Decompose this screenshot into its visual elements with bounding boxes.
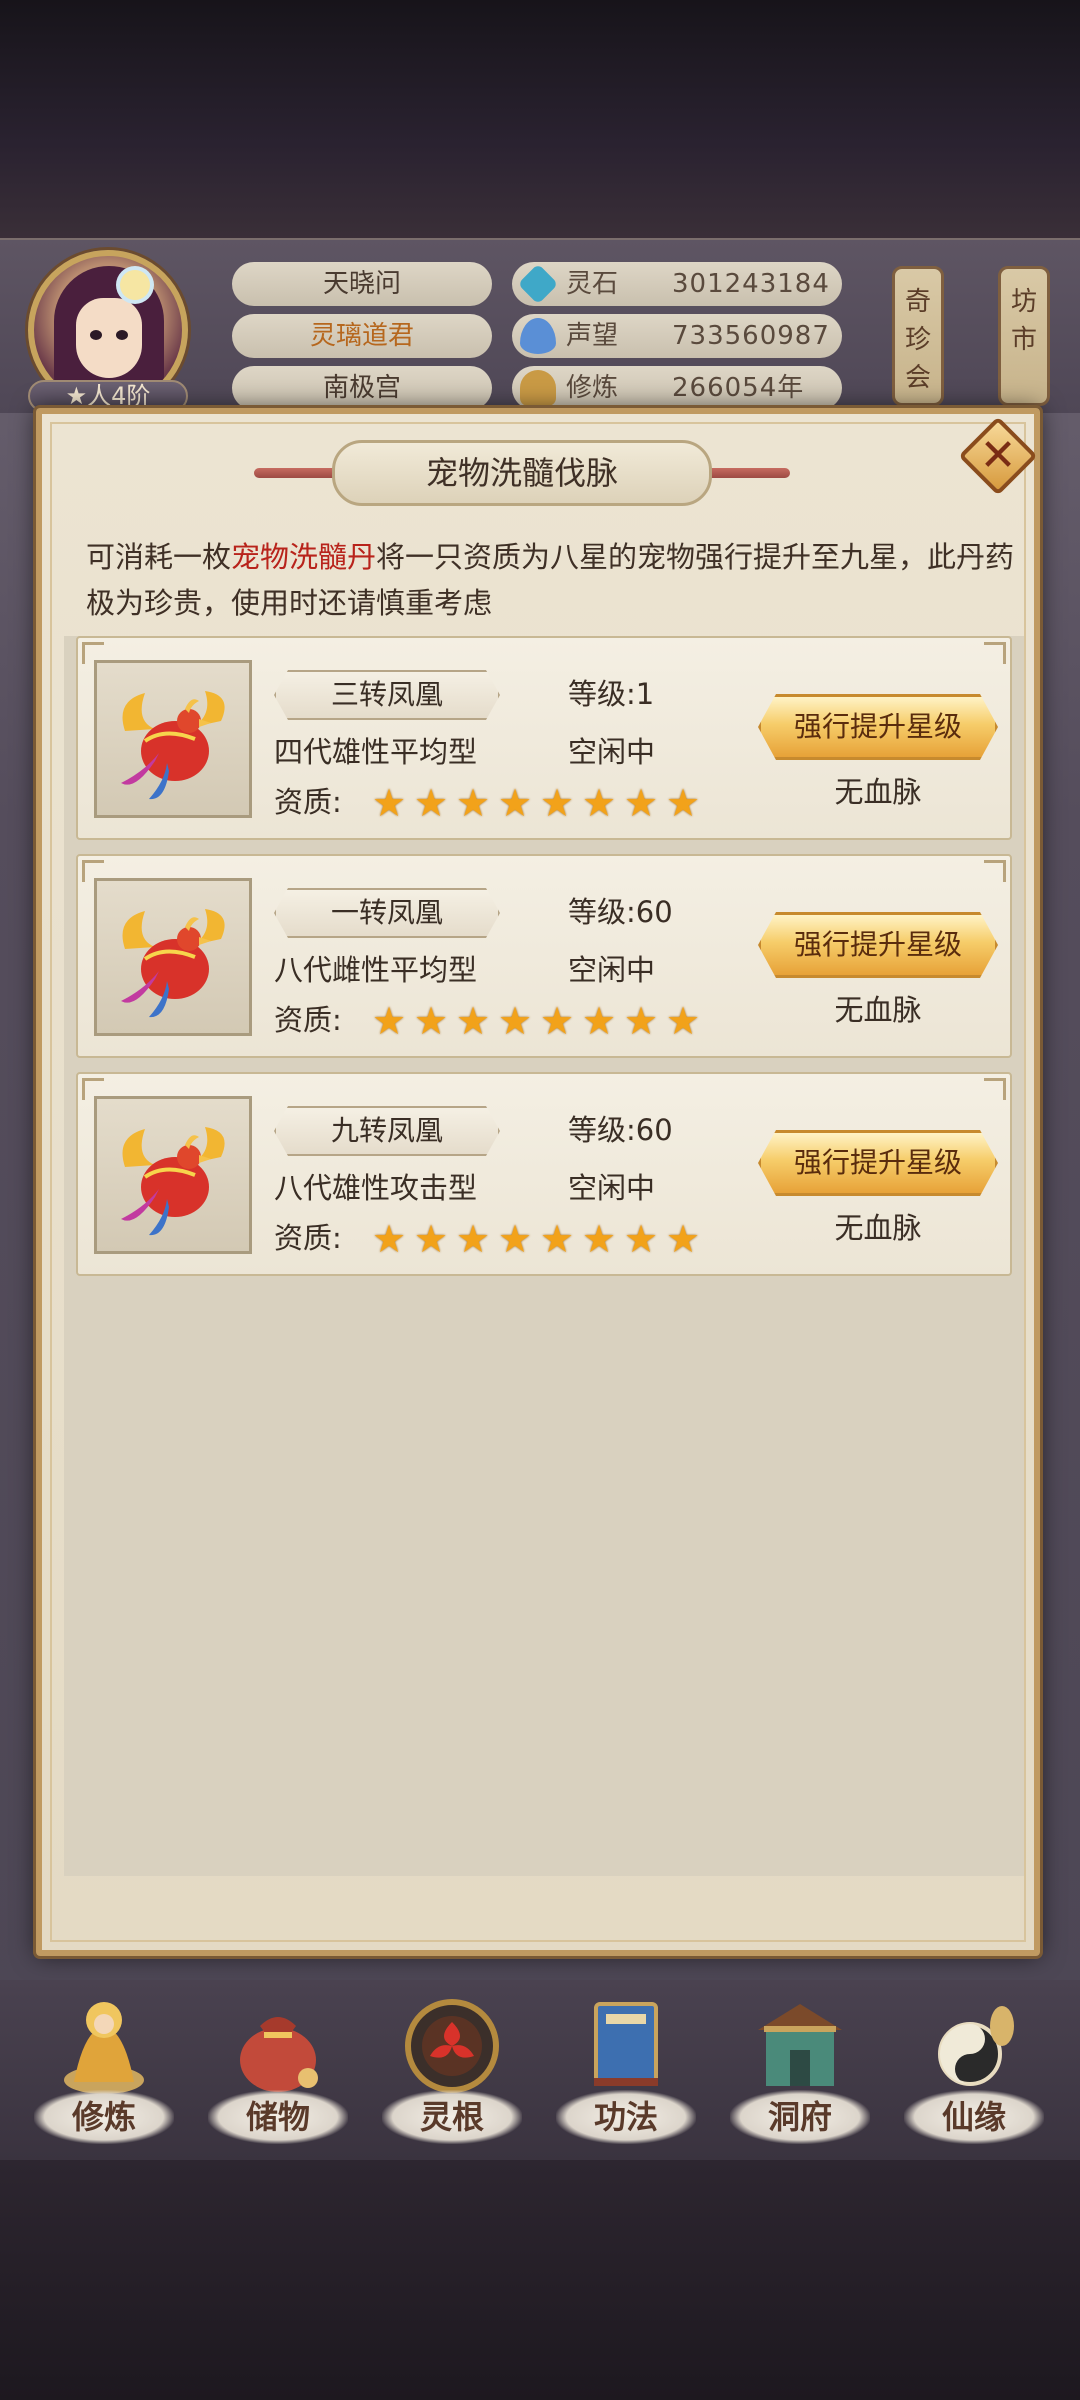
star-icon: ★ [623, 1217, 659, 1261]
dialog-title-bar: 宠物洗髓伐脉 [254, 440, 790, 506]
nav-cave-abode[interactable]: 洞府 [720, 1990, 880, 2160]
star-icon: ★ [665, 781, 701, 825]
star-icon: ★ [413, 999, 449, 1043]
force-upgrade-star-button[interactable]: 强行提升星级 [758, 694, 998, 760]
pet-bloodline: 无血脉 [834, 1211, 922, 1245]
phoenix-icon [121, 1127, 225, 1236]
star-icon: ★ [539, 1217, 575, 1261]
item-name-highlight: 宠物洗髓丹 [231, 540, 377, 574]
bottom-background [0, 2160, 1080, 2400]
meditation-icon [520, 370, 556, 406]
bottom-nav: 修炼 储物 灵根 功法 洞府 仙缘 [0, 1980, 1080, 2160]
pet-status: 空闲中 [568, 953, 656, 987]
pet-portrait[interactable] [94, 878, 252, 1036]
pet-bloodline: 无血脉 [834, 993, 922, 1027]
phoenix-icon [121, 691, 225, 800]
pet-status: 空闲中 [568, 735, 656, 769]
pet-name: 九转凤凰 [274, 1106, 500, 1156]
close-icon: ✕ [979, 430, 1017, 481]
top-hud: ★人4阶 天晓问 灵璃道君 南极宫 灵石 301243184 声望 733560… [0, 238, 1080, 413]
star-icon: ★ [581, 999, 617, 1043]
quality-stars: ★ ★ ★ ★ ★ ★ ★ ★ [370, 784, 702, 824]
pet-list[interactable]: 三转凤凰 等级:1 四代雄性平均型 空闲中 资质: ★ ★ ★ ★ ★ ★ ★ ★ 强行提升星… [64, 636, 1024, 1876]
cultivation-icon [64, 2002, 144, 2094]
spirit-stone-icon [517, 263, 559, 305]
star-icon: ★ [455, 999, 491, 1043]
nav-immortal-fate[interactable]: 仙缘 [894, 1990, 1054, 2160]
top-background [0, 0, 1080, 240]
nav-cultivation[interactable]: 修炼 [24, 1990, 184, 2160]
pet-generation-type: 八代雌性平均型 [274, 953, 478, 987]
star-icon: ★ [623, 781, 659, 825]
pet-bloodline: 无血脉 [834, 775, 922, 809]
technique-book-icon [594, 2002, 658, 2086]
quality-label: 资质: [274, 1221, 342, 1255]
force-upgrade-star-button[interactable]: 强行提升星级 [758, 1130, 998, 1196]
star-icon: ★ [371, 1217, 407, 1261]
spirit-root-icon [405, 1999, 499, 2093]
treasure-fair-button[interactable]: 奇珍会 [892, 266, 944, 406]
quality-stars: ★ ★ ★ ★ ★ ★ ★ ★ [370, 1002, 702, 1042]
market-button[interactable]: 坊市 [998, 266, 1050, 406]
pet-name: 一转凤凰 [274, 888, 500, 938]
pet-portrait[interactable] [94, 660, 252, 818]
quality-label: 资质: [274, 1003, 342, 1037]
star-icon: ★ [665, 999, 701, 1043]
immortal-fate-icon [938, 2006, 1014, 2086]
dialog-title: 宠物洗髓伐脉 [332, 440, 712, 506]
dialog-description: 可消耗一枚宠物洗髓丹将一只资质为八星的宠物强行提升至九星，此丹药极为珍贵，使用时… [86, 540, 1015, 620]
star-icon: ★ [371, 781, 407, 825]
player-name: 天晓问 [232, 262, 492, 306]
resource-cultivation: 修炼 266054年 [512, 366, 842, 410]
nav-spirit-root[interactable]: 灵根 [372, 1990, 532, 2160]
star-icon: ★ [455, 781, 491, 825]
pet-status: 空闲中 [568, 1171, 656, 1205]
nav-technique[interactable]: 功法 [546, 1990, 706, 2160]
star-icon: ★ [581, 781, 617, 825]
pet-card: 九转凤凰 等级:60 八代雄性攻击型 空闲中 资质: ★ ★ ★ ★ ★ ★ ★ ★ 强行提升… [76, 1072, 1012, 1276]
cave-abode-icon [758, 2004, 842, 2086]
pet-level: 等级:1 [568, 677, 655, 711]
close-button[interactable]: ✕ [958, 416, 1038, 496]
star-icon: ★ [497, 999, 533, 1043]
hair-flower-icon [120, 270, 150, 300]
pet-generation-type: 四代雄性平均型 [274, 735, 478, 769]
resource-spirit-stone: 灵石 301243184 [512, 262, 842, 306]
star-icon: ★ [581, 1217, 617, 1261]
star-icon: ★ [413, 1217, 449, 1261]
quality-stars: ★ ★ ★ ★ ★ ★ ★ ★ [370, 1220, 702, 1260]
pet-card: 一转凤凰 等级:60 八代雌性平均型 空闲中 资质: ★ ★ ★ ★ ★ ★ ★ ★ 强行提升… [76, 854, 1012, 1058]
force-upgrade-star-button[interactable]: 强行提升星级 [758, 912, 998, 978]
pet-portrait[interactable] [94, 1096, 252, 1254]
star-icon: ★ [623, 999, 659, 1043]
player-sect: 南极宫 [232, 366, 492, 410]
pet-level: 等级:60 [568, 1113, 673, 1147]
prestige-crystal-icon [520, 318, 556, 354]
pet-rebirth-dialog: 宠物洗髓伐脉 ✕ 可消耗一枚宠物洗髓丹将一只资质为八星的宠物强行提升至九星，此丹… [36, 408, 1040, 1956]
star-icon: ★ [497, 781, 533, 825]
storage-bag-icon [240, 2017, 318, 2092]
star-icon: ★ [539, 999, 575, 1043]
nav-storage[interactable]: 储物 [198, 1990, 358, 2160]
star-icon: ★ [497, 1217, 533, 1261]
pet-generation-type: 八代雄性攻击型 [274, 1171, 478, 1205]
resource-prestige: 声望 733560987 [512, 314, 842, 358]
quality-label: 资质: [274, 785, 342, 819]
star-icon: ★ [413, 781, 449, 825]
star-icon: ★ [539, 781, 575, 825]
phoenix-icon [121, 909, 225, 1018]
player-title: 灵璃道君 [232, 314, 492, 358]
pet-card: 三转凤凰 等级:1 四代雄性平均型 空闲中 资质: ★ ★ ★ ★ ★ ★ ★ ★ 强行提升星… [76, 636, 1012, 840]
pet-name: 三转凤凰 [274, 670, 500, 720]
avatar-face [76, 298, 142, 378]
pet-level: 等级:60 [568, 895, 673, 929]
star-icon: ★ [665, 1217, 701, 1261]
star-icon: ★ [371, 999, 407, 1043]
star-icon: ★ [455, 1217, 491, 1261]
